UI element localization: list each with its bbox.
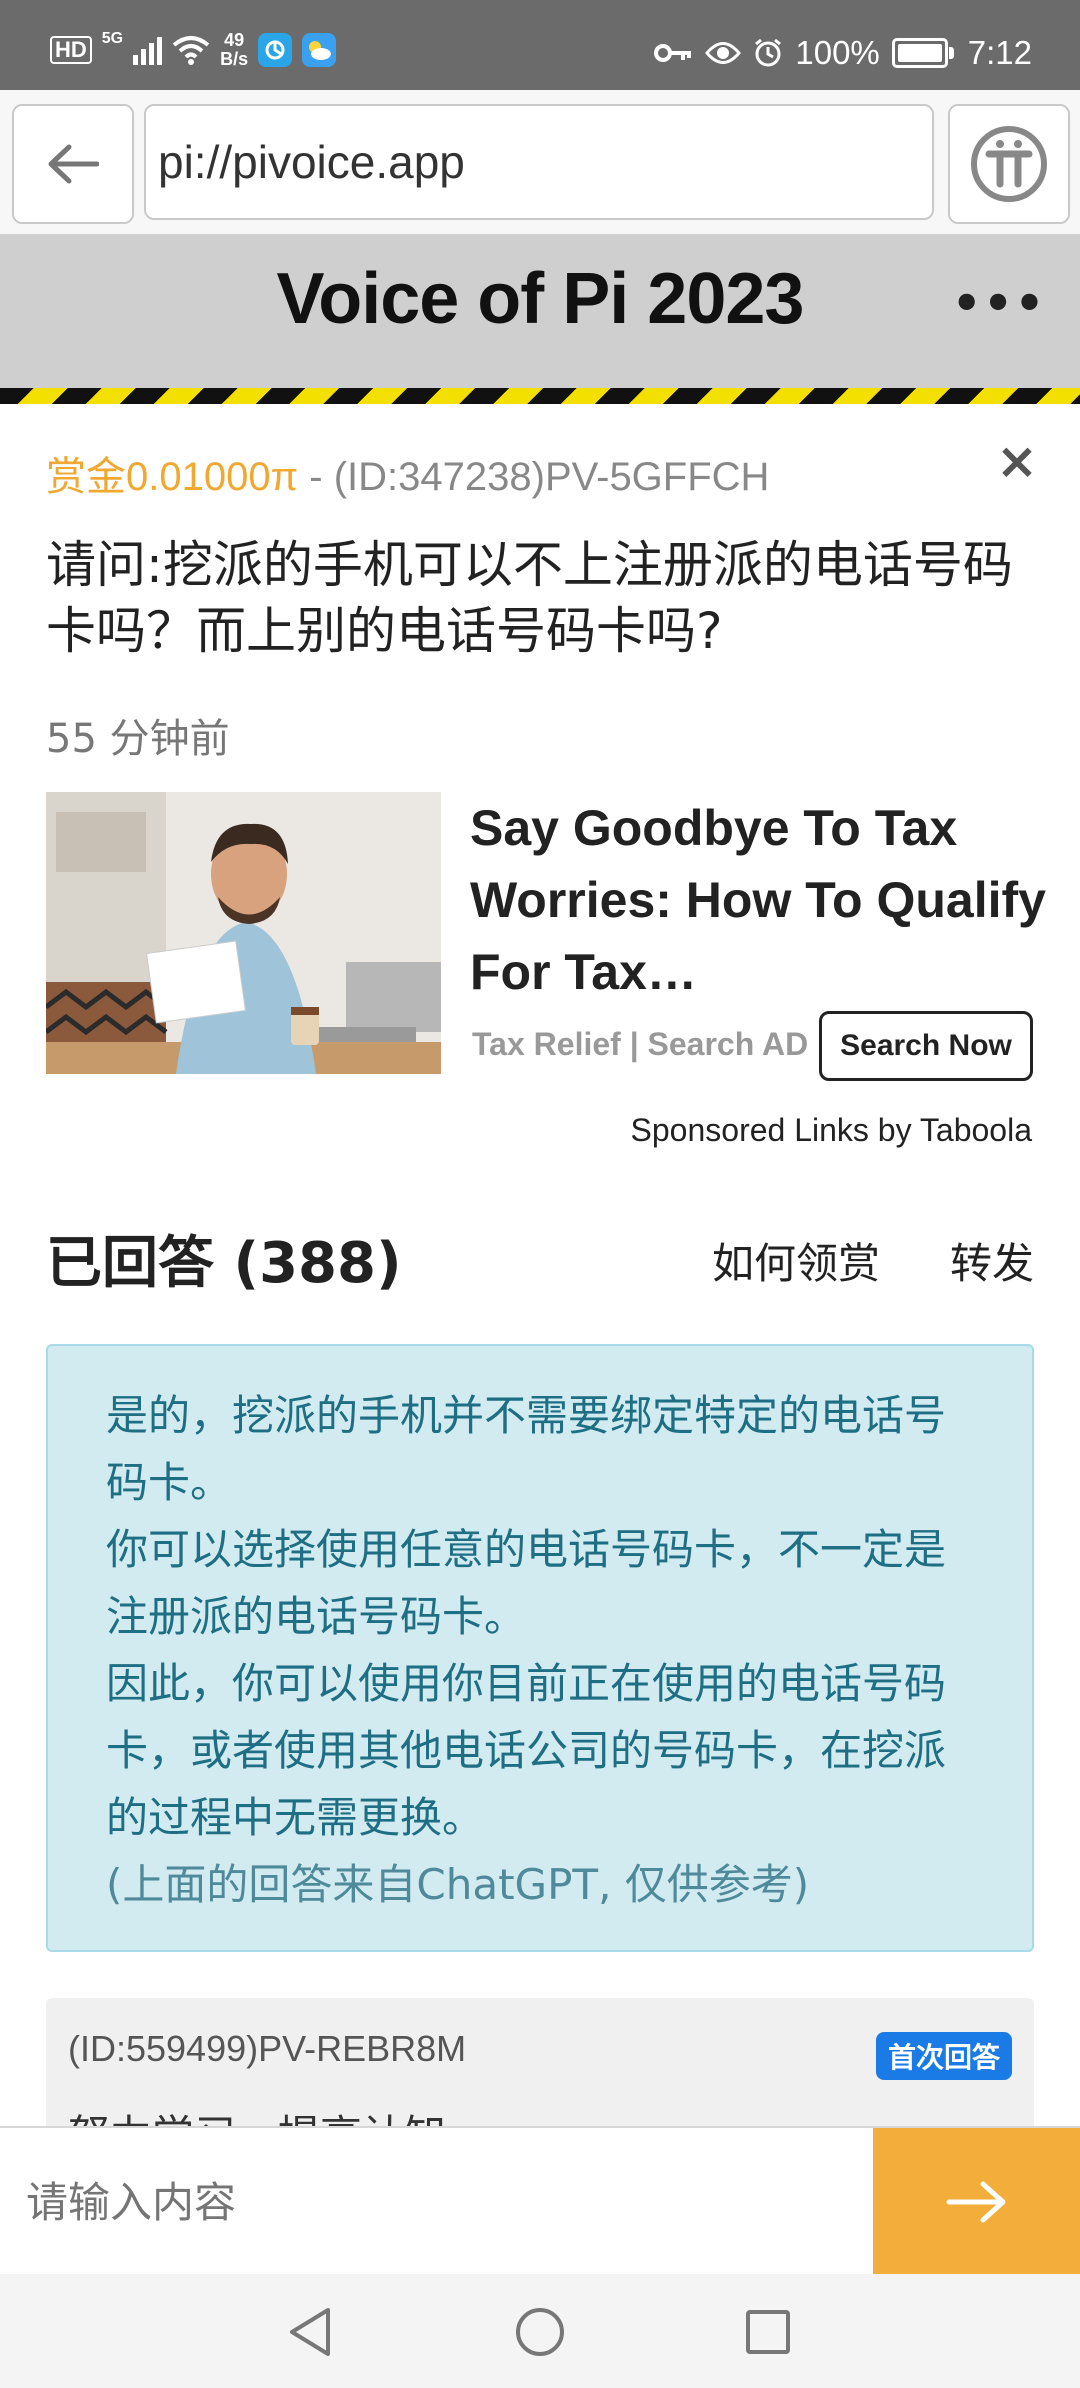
share-link[interactable]: 转发 [950, 1230, 1034, 1291]
net-speed: 49 B/s [220, 31, 248, 69]
close-icon[interactable]: × [996, 432, 1038, 490]
signal-icon [133, 35, 163, 65]
ai-answer-paragraph-1: 是的，挖派的手机并不需要绑定特定的电话号码卡。 [106, 1391, 947, 1507]
url-bar[interactable]: pi://pivoice.app [144, 104, 934, 220]
net-speed-value: 49 [224, 30, 245, 50]
triangle-back-icon [290, 2308, 330, 2356]
browser-bar: pi://pivoice.app [0, 90, 1080, 236]
net-speed-unit: B/s [220, 49, 249, 69]
alarm-icon [755, 38, 782, 67]
battery-percent: 100% [795, 34, 880, 71]
square-recents-icon [746, 2310, 790, 2354]
url-text: pi://pivoice.app [158, 136, 465, 188]
ad-image[interactable] [46, 792, 441, 1074]
meta-separator: - [298, 455, 334, 499]
question-id: (ID:347238)PV-5GFFCH [333, 455, 770, 499]
back-button[interactable] [12, 104, 134, 224]
bounty-amount: 赏金0.01000π [46, 455, 299, 499]
nav-recents-button[interactable] [738, 2302, 798, 2362]
question-text: 请问:挖派的手机可以不上注册派的电话号码卡吗？而上别的电话号码卡吗? [46, 536, 1013, 660]
wifi-icon [172, 36, 210, 65]
eye-icon [705, 42, 742, 64]
status-bar: HD 5G 49 B/s 100% 7:12 [0, 0, 1080, 90]
answer-author-id: (ID:559499)PV-REBR8M [68, 2028, 467, 2069]
pi-logo-icon [971, 126, 1047, 202]
weather-icon [302, 33, 337, 67]
ad-photo-man-with-paper [46, 792, 441, 1074]
ad-source: Tax Relief | Search AD [472, 1026, 809, 1062]
circle-home-icon [516, 2308, 564, 2356]
clock: 7:12 [967, 34, 1032, 71]
hd-indicator: HD [50, 36, 92, 64]
ad-title-link[interactable]: Say Goodbye To Tax Worries: How To Quali… [470, 792, 1050, 1008]
ai-answer-paragraph-3: 因此，你可以使用你目前正在使用的电话号码卡，或者使用其他电话公司的号码卡，在挖派… [106, 1659, 947, 1842]
answers-count-heading: 已回答 (388) [46, 1231, 402, 1296]
search-now-button[interactable]: Search Now [819, 1011, 1033, 1081]
sponsored-links-label[interactable]: Sponsored Links by Taboola [631, 1112, 1032, 1149]
network-type: 5G [101, 30, 124, 47]
first-answer-badge: 首次回答 [875, 2032, 1012, 2080]
site-header: Voice of Pi 2023 ••• [0, 236, 1080, 388]
hazard-stripe-divider [0, 388, 1080, 404]
status-bar-right: 100% 7:12 [653, 34, 1032, 72]
arrow-left-icon [48, 144, 99, 184]
ai-answer-paragraph-2: 你可以选择使用任意的电话号码卡，不一定是注册派的电话号码卡。 [106, 1525, 947, 1641]
send-button[interactable] [873, 2128, 1080, 2276]
battery-icon [891, 38, 954, 68]
comment-input[interactable] [0, 2128, 872, 2276]
status-bar-left: HD 5G 49 B/s [50, 30, 337, 70]
question-meta: 赏金0.01000π - (ID:347238)PV-5GFFCH [46, 444, 769, 502]
more-menu-button[interactable]: ••• [952, 276, 1046, 330]
how-to-reward-link[interactable]: 如何领赏 [712, 1230, 880, 1291]
nav-home-button[interactable] [510, 2302, 570, 2362]
comment-input-bar [0, 2126, 1080, 2276]
arrow-right-icon [946, 2181, 1005, 2223]
site-title: Voice of Pi 2023 [276, 259, 805, 339]
pi-browser-button[interactable] [948, 104, 1070, 224]
app-notification-icon [258, 33, 293, 67]
key-icon [654, 44, 692, 62]
system-nav-bar [0, 2274, 1080, 2388]
nav-back-button[interactable] [280, 2302, 340, 2362]
ai-answer-card: 是的，挖派的手机并不需要绑定特定的电话号码卡。 你可以选择使用任意的电话号码卡，… [46, 1344, 1034, 1952]
question-time: 55 分钟前 [46, 716, 230, 762]
ai-answer-disclaimer: (上面的回答来自ChatGPT, 仅供参考) [106, 1860, 810, 1909]
